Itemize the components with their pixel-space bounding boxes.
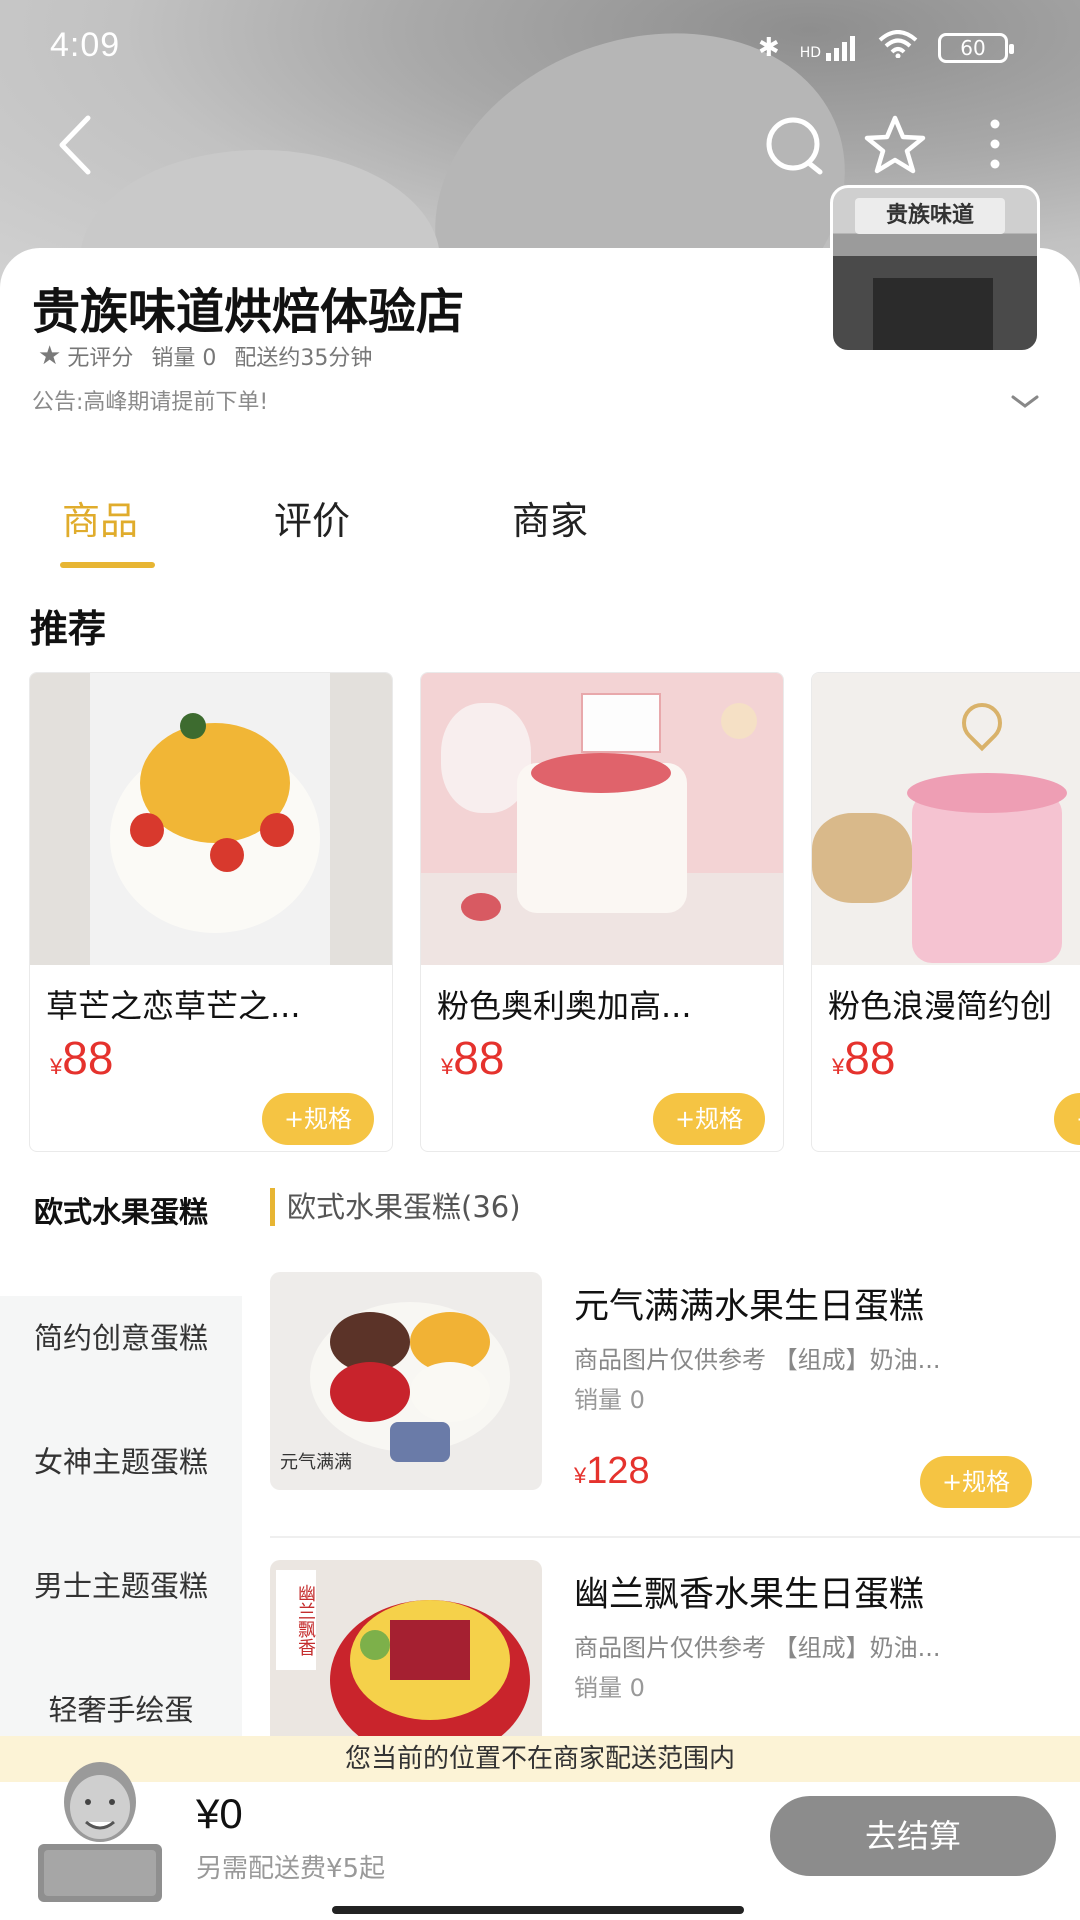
product-list-item[interactable]: 元气满满 元气满满水果生日蛋糕 商品图片仅供参考 【组成】奶油... 销量 0 … [270,1272,1080,1512]
more-vertical-icon [990,119,1000,169]
product-list-item[interactable]: 幽兰飘香 幽兰飘香水果生日蛋糕 商品图片仅供参考 【组成】奶油... 销量 0 [270,1560,1080,1736]
recommend-title: 推荐 [30,607,107,651]
store-photo[interactable]: 贵族味道 [830,185,1040,353]
select-spec-button[interactable]: +规格 [1054,1093,1080,1145]
currency-symbol: ¥ [441,1054,454,1079]
status-icons: ✱ HD 60 [757,30,1014,65]
expand-notice-button[interactable] [1010,392,1040,412]
status-time: 4:09 [50,26,121,64]
category-item[interactable]: 简约创意蛋糕 [0,1318,242,1358]
store-name: 贵族味道烘焙体验店 [32,284,465,340]
thumbnail-caption: 元气满满 [280,1452,352,1473]
store-meta: ★ 无评分 销量 0 配送约35分钟 [38,340,372,372]
product-image [30,673,392,965]
category-item[interactable]: 轻奢手绘蛋 [0,1690,242,1730]
recommend-card[interactable]: 草芒之恋草芒之... ¥88 +规格 [29,672,393,1152]
recommend-name: 粉色浪漫简约创 [828,987,1053,1025]
product-image [812,673,1080,965]
back-button[interactable] [52,110,112,180]
category-list-title: 欧式水果蛋糕(36) [270,1188,521,1226]
cart-total: ¥0 [196,1790,243,1837]
currency-symbol: ¥ [832,1054,845,1079]
more-button[interactable] [970,110,1020,180]
delivery-fee: 另需配送费¥5起 [196,1854,386,1884]
category-sidebar: 欧式水果蛋糕 简约创意蛋糕 女神主题蛋糕 男士主题蛋糕 轻奢手绘蛋 [0,1170,242,1736]
store-delivery-time: 配送约35分钟 [234,346,373,371]
product-image [421,673,783,965]
store-photo-sign: 贵族味道 [855,198,1005,234]
product-name: 元气满满水果生日蛋糕 [574,1287,925,1327]
currency-symbol: ¥ [574,1463,587,1488]
search-button[interactable] [760,110,830,180]
recommend-name: 粉色奥利奥加高... [437,987,692,1025]
price-value: 88 [62,1032,114,1084]
thumbnail-caption: 幽兰飘香 [276,1570,316,1670]
back-arrow-icon [59,115,91,175]
wifi-icon [878,30,918,65]
category-item-active[interactable]: 欧式水果蛋糕 [0,1170,242,1296]
favorite-button[interactable] [860,110,930,180]
product-name: 幽兰飘香水果生日蛋糕 [574,1575,925,1615]
recommend-card[interactable]: 粉色奥利奥加高... ¥88 +规格 [420,672,784,1152]
category-item[interactable]: 男士主题蛋糕 [0,1566,242,1606]
store-photo-door [873,278,993,350]
tab-reviews[interactable]: 评价 [274,490,350,545]
product-sales: 销量 0 [574,1674,645,1702]
star-icon [864,115,926,174]
select-spec-button[interactable]: +规格 [262,1093,374,1145]
product-description: 商品图片仅供参考 【组成】奶油... [574,1634,941,1662]
recommend-price: ¥88 [832,1031,895,1085]
product-thumbnail: 幽兰飘香 [270,1560,542,1736]
recommend-name: 草芒之恋草芒之... [46,987,301,1025]
recommend-card[interactable]: 粉色浪漫简约创 ¥88 +规格 [811,672,1080,1152]
recommend-price: ¥88 [50,1031,113,1085]
store-rating: 无评分 [67,346,134,371]
product-sales: 销量 0 [574,1386,645,1414]
list-divider [270,1536,1080,1538]
store-notice: 公告:高峰期请提前下单! [32,390,269,415]
category-item[interactable]: 女神主题蛋糕 [0,1442,242,1482]
select-spec-button[interactable]: +规格 [920,1456,1032,1508]
bluetooth-icon: ✱ [757,32,780,63]
product-thumbnail: 元气满满 [270,1272,542,1490]
price-value: 88 [844,1032,896,1084]
tab-products[interactable]: 商品 [62,490,138,545]
rating-star-icon: ★ [38,341,62,371]
search-icon [766,117,823,175]
home-indicator[interactable] [332,1906,744,1914]
active-tab-indicator [60,562,155,568]
price-value: 88 [453,1032,505,1084]
checkout-button[interactable]: 去结算 [770,1796,1056,1876]
battery-icon: 60 [938,32,1014,63]
product-description: 商品图片仅供参考 【组成】奶油... [574,1346,941,1374]
store-sales: 销量 0 [151,346,217,371]
currency-symbol: ¥ [50,1054,63,1079]
status-bar: 4:09 ✱ HD 60 [0,0,1080,100]
recommend-price: ¥88 [441,1031,504,1085]
signal-label: HD [799,44,821,61]
price-value: 128 [586,1450,650,1492]
product-price: ¥128 [574,1450,650,1493]
signal-icon: HD [800,35,858,61]
chevron-down-icon [1011,395,1039,408]
tab-merchant[interactable]: 商家 [512,490,588,545]
cart-mascot-icon[interactable] [30,1752,170,1902]
store-tabs: 商品 评价 商家 [0,490,1080,570]
select-spec-button[interactable]: +规格 [653,1093,765,1145]
